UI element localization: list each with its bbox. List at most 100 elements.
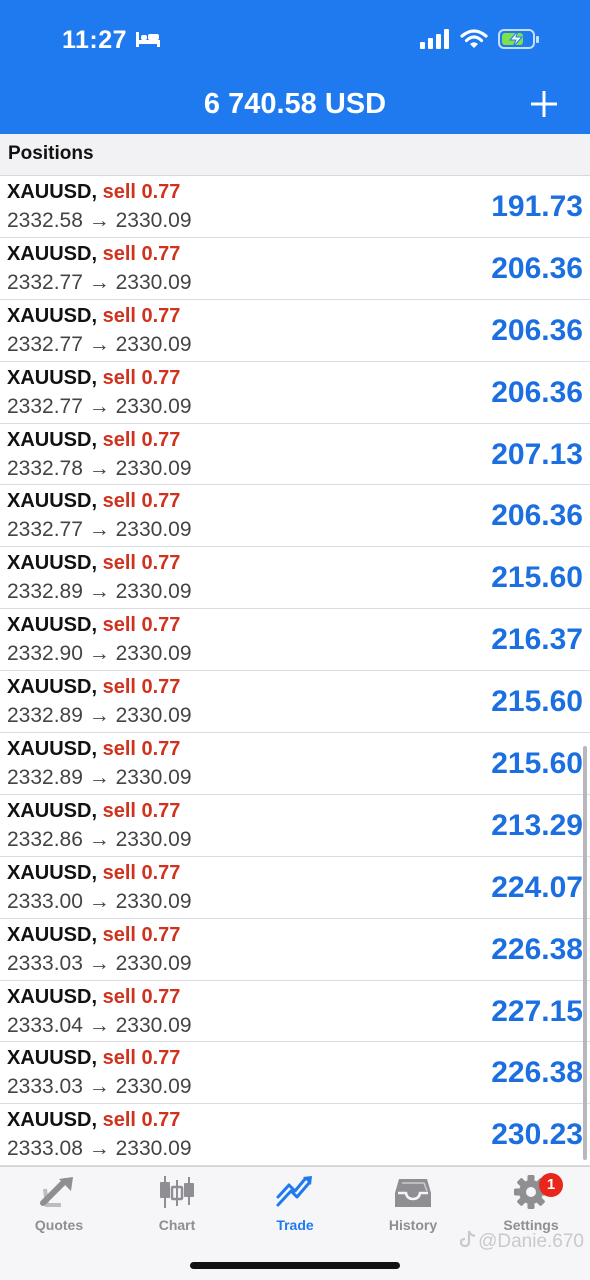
- tab-history[interactable]: History: [354, 1175, 472, 1233]
- position-profit: 206.36: [491, 499, 583, 533]
- open-price: 2332.77: [7, 270, 83, 294]
- arrow: →: [88, 766, 110, 790]
- current-price: 2330.09: [115, 1137, 192, 1161]
- position-symbol: XAUUSD,: [7, 242, 98, 265]
- open-price: 2332.89: [7, 580, 83, 604]
- position-profit: 226.38: [491, 1056, 583, 1090]
- position-profit: 213.29: [491, 808, 583, 842]
- current-price: 2330.09: [115, 889, 192, 913]
- watermark-logo-icon: [459, 1230, 476, 1254]
- position-row[interactable]: XAUUSD, sell 0.77 2333.08 → 2330.09 230.…: [0, 1104, 590, 1167]
- arrow: →: [88, 951, 110, 975]
- open-price: 2332.77: [7, 518, 83, 542]
- arrow: →: [88, 456, 110, 480]
- position-row[interactable]: XAUUSD, sell 0.77 2332.78 → 2330.09 207.…: [0, 424, 590, 486]
- trade-icon: [276, 1176, 312, 1207]
- open-price: 2332.90: [7, 642, 83, 666]
- arrow: →: [88, 1013, 110, 1037]
- status-time: 11:27: [62, 26, 128, 54]
- position-symbol: XAUUSD,: [7, 181, 98, 203]
- tab-label: History: [388, 1217, 438, 1233]
- open-price: 2333.04: [7, 1013, 83, 1037]
- position-row[interactable]: XAUUSD, sell 0.77 2332.90 → 2330.09 216.…: [0, 609, 590, 672]
- positions-list: XAUUSD, sell 0.77 2332.58 → 2330.09 191.…: [0, 176, 590, 1167]
- position-row[interactable]: XAUUSD, sell 0.77 2332.58 → 2330.09 191.…: [0, 176, 590, 238]
- notification-badge: 1: [539, 1173, 563, 1197]
- position-symbol: XAUUSD,: [7, 1109, 98, 1132]
- open-price: 2332.77: [7, 332, 83, 356]
- quotes-icon: [40, 1177, 73, 1207]
- current-price: 2330.09: [115, 394, 192, 418]
- current-price: 2330.09: [115, 270, 192, 294]
- status-icons: [420, 28, 540, 55]
- position-side: sell 0.77: [102, 242, 181, 265]
- position-profit: 215.60: [491, 561, 583, 595]
- arrow: →: [88, 827, 110, 851]
- app-header: 6 740.58 USD: [0, 80, 590, 134]
- position-row[interactable]: XAUUSD, sell 0.77 2332.89 → 2330.09 215.…: [0, 671, 590, 734]
- arrow: →: [88, 270, 110, 294]
- position-symbol: XAUUSD,: [7, 861, 98, 884]
- position-row[interactable]: XAUUSD, sell 0.77 2332.77 → 2330.09 206.…: [0, 238, 590, 300]
- watermark-text: @Danie.670: [478, 1231, 584, 1252]
- current-price: 2330.09: [115, 642, 192, 666]
- position-row[interactable]: XAUUSD, sell 0.77 2333.00 → 2330.09 224.…: [0, 857, 590, 919]
- position-symbol: XAUUSD,: [7, 985, 98, 1008]
- arrow: →: [88, 642, 110, 666]
- arrow: →: [88, 518, 110, 542]
- open-price: 2333.08: [7, 1137, 83, 1161]
- position-row[interactable]: XAUUSD, sell 0.77 2332.77 → 2330.09 206.…: [0, 485, 590, 548]
- arrow: →: [88, 889, 110, 913]
- position-symbol: XAUUSD,: [7, 614, 98, 637]
- position-row[interactable]: XAUUSD, sell 0.77 2332.86 → 2330.09 213.…: [0, 795, 590, 857]
- positions-section-header: Positions: [0, 134, 590, 176]
- position-row[interactable]: XAUUSD, sell 0.77 2333.03 → 2330.09 226.…: [0, 919, 590, 981]
- position-row[interactable]: XAUUSD, sell 0.77 2332.77 → 2330.09 206.…: [0, 300, 590, 362]
- position-side: sell 0.77: [102, 304, 181, 327]
- scrollbar[interactable]: [583, 746, 587, 1160]
- position-profit: 191.73: [491, 190, 583, 223]
- position-row[interactable]: XAUUSD, sell 0.77 2333.03 → 2330.09 226.…: [0, 1042, 590, 1105]
- position-symbol: XAUUSD,: [7, 738, 98, 761]
- tab-label: Quotes: [34, 1217, 84, 1233]
- add-order-button[interactable]: [526, 86, 562, 122]
- position-side: sell 0.77: [102, 428, 181, 451]
- tab-label: Trade: [276, 1217, 314, 1233]
- position-profit: 206.36: [491, 313, 583, 347]
- open-price: 2333.00: [7, 889, 83, 913]
- battery-charging-icon: [498, 28, 540, 55]
- current-price: 2330.09: [115, 332, 192, 356]
- home-indicator[interactable]: [190, 1262, 400, 1269]
- position-side: sell 0.77: [102, 985, 181, 1008]
- wifi-icon: [460, 29, 488, 54]
- current-price: 2330.09: [115, 1013, 192, 1037]
- tab-label: Chart: [158, 1217, 196, 1233]
- tab-settings[interactable]: 1 Settings: [472, 1173, 590, 1233]
- watermark: @Danie.670: [459, 1230, 584, 1254]
- position-profit: 206.36: [491, 375, 583, 409]
- position-side: sell 0.77: [102, 552, 181, 575]
- position-profit: 230.23: [491, 1118, 583, 1152]
- open-price: 2333.03: [7, 1075, 83, 1099]
- current-price: 2330.09: [115, 580, 192, 604]
- tab-chart[interactable]: Chart: [118, 1175, 236, 1233]
- position-row[interactable]: XAUUSD, sell 0.77 2332.89 → 2330.09 215.…: [0, 733, 590, 795]
- position-row[interactable]: XAUUSD, sell 0.77 2332.89 → 2330.09 215.…: [0, 547, 590, 610]
- account-balance: 6 740.58 USD: [203, 88, 387, 120]
- position-side: sell 0.77: [102, 1109, 181, 1132]
- current-price: 2330.09: [115, 456, 192, 480]
- position-side: sell 0.77: [102, 490, 181, 513]
- tab-trade[interactable]: Trade: [236, 1175, 354, 1233]
- current-price: 2330.09: [115, 827, 192, 851]
- position-row[interactable]: XAUUSD, sell 0.77 2333.04 → 2330.09 227.…: [0, 981, 590, 1043]
- open-price: 2332.58: [7, 209, 83, 232]
- open-price: 2332.89: [7, 766, 83, 790]
- arrow: →: [88, 209, 110, 232]
- position-profit: 227.15: [491, 994, 583, 1028]
- position-row[interactable]: XAUUSD, sell 0.77 2332.77 → 2330.09 206.…: [0, 362, 590, 424]
- position-symbol: XAUUSD,: [7, 304, 98, 327]
- open-price: 2333.03: [7, 951, 83, 975]
- position-profit: 224.07: [491, 870, 583, 904]
- tab-quotes[interactable]: Quotes: [0, 1175, 118, 1233]
- current-price: 2330.09: [115, 518, 192, 542]
